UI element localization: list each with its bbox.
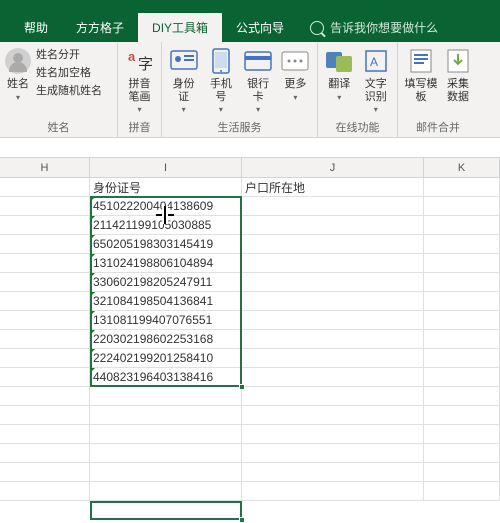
name-button[interactable]: 姓名▾	[6, 46, 30, 103]
table-row[interactable]: 131081199407076551	[0, 311, 500, 330]
column-headers: H I J K	[0, 158, 500, 178]
tab-help[interactable]: 帮助	[10, 13, 62, 42]
table-row[interactable]: 身份证号 户口所在地	[0, 178, 500, 197]
table-row[interactable]: 650205198303145419	[0, 235, 500, 254]
id-card-icon	[169, 46, 199, 76]
collect-button[interactable]: 采集数据	[444, 46, 472, 103]
col-j[interactable]: J	[242, 158, 424, 177]
table-row[interactable]	[0, 387, 500, 406]
group-mail: 填写模板 采集数据 邮件合并	[398, 42, 478, 137]
cell[interactable]	[0, 178, 90, 196]
group-life: 身份证▾ 手机号▾ 银行卡▾ 更多▾ 生活服务	[162, 42, 318, 137]
table-row[interactable]: 131024198806104894	[0, 254, 500, 273]
table-row[interactable]: 451022200404138609	[0, 197, 500, 216]
group-online-label: 在线功能	[324, 117, 391, 135]
tab-ffgz[interactable]: 方方格子	[62, 13, 138, 42]
table-row[interactable]	[0, 463, 500, 482]
bank-card-icon	[243, 46, 273, 76]
fill-template-button[interactable]: 填写模板	[404, 46, 438, 103]
translate-icon	[324, 46, 354, 76]
col-i[interactable]: I	[90, 158, 242, 177]
tab-gsxd[interactable]: 公式向导	[222, 13, 298, 42]
avatar-icon	[5, 48, 31, 74]
cell[interactable]: 321084198504136841	[90, 292, 242, 310]
group-online: 翻译▾ A 文字识别▾ 在线功能	[318, 42, 398, 137]
group-pinyin: a字 拼音笔画▾ 拼音	[118, 42, 162, 137]
ribbon: 姓名▾ 姓名分开 姓名加空格 生成随机姓名 姓名 a字 拼音笔画▾ 拼音 身份证…	[0, 42, 500, 138]
cell[interactable]: 330602198205247911	[90, 273, 242, 291]
grid-rows: 身份证号 户口所在地 451022200404138609 2114211991…	[0, 178, 500, 501]
phone-button[interactable]: 手机号▾	[205, 46, 236, 116]
active-cell-border	[90, 501, 242, 520]
svg-text:字: 字	[138, 56, 153, 73]
cell[interactable]: 131024198806104894	[90, 254, 242, 272]
name-random[interactable]: 生成随机姓名	[36, 82, 102, 98]
name-options: 姓名分开 姓名加空格 生成随机姓名	[36, 46, 102, 98]
pinyin-icon: a字	[125, 46, 155, 76]
phone-icon	[206, 46, 236, 76]
table-row[interactable]: 321084198504136841	[0, 292, 500, 311]
table-row[interactable]	[0, 406, 500, 425]
ribbon-tabs: 帮助 方方格子 DIY工具箱 公式向导 告诉我你想要做什么	[0, 14, 500, 42]
table-row[interactable]	[0, 444, 500, 463]
col-k[interactable]: K	[424, 158, 500, 177]
search-placeholder: 告诉我你想要做什么	[330, 19, 438, 36]
group-life-label: 生活服务	[168, 117, 311, 135]
more-button[interactable]: 更多▾	[280, 46, 311, 103]
id-button[interactable]: 身份证▾	[168, 46, 199, 116]
table-row[interactable]: 220302198602253168	[0, 330, 500, 349]
table-row[interactable]: 222402199201258410	[0, 349, 500, 368]
name-space[interactable]: 姓名加空格	[36, 64, 102, 80]
group-mail-label: 邮件合并	[404, 117, 472, 135]
cell[interactable]: 220302198602253168	[90, 330, 242, 348]
tell-me-search[interactable]: 告诉我你想要做什么	[306, 13, 442, 42]
search-icon	[310, 21, 324, 35]
cell[interactable]: 451022200404138609	[90, 197, 242, 215]
cell[interactable]: 650205198303145419	[90, 235, 242, 253]
table-row[interactable]	[0, 425, 500, 444]
cell[interactable]	[424, 178, 500, 196]
worksheet[interactable]: H I J K 身份证号 户口所在地 451022200404138609 21…	[0, 158, 500, 501]
bank-button[interactable]: 银行卡▾	[243, 46, 274, 116]
name-split[interactable]: 姓名分开	[36, 46, 102, 62]
table-row[interactable]: 211421199105030885	[0, 216, 500, 235]
col-h[interactable]: H	[0, 158, 90, 177]
title-bar	[0, 0, 500, 14]
ocr-button[interactable]: A 文字识别▾	[361, 46, 392, 116]
template-icon	[406, 46, 436, 76]
cell[interactable]: 440823196403138416	[90, 368, 242, 386]
cell[interactable]: 户口所在地	[242, 178, 424, 196]
svg-text:a: a	[128, 49, 136, 64]
collect-icon	[443, 46, 473, 76]
ocr-icon: A	[361, 46, 391, 76]
fill-handle[interactable]	[239, 384, 245, 390]
translate-button[interactable]: 翻译▾	[324, 46, 355, 103]
formula-bar[interactable]	[0, 138, 500, 158]
cell[interactable]: 211421199105030885	[90, 216, 242, 234]
group-name: 姓名▾ 姓名分开 姓名加空格 生成随机姓名 姓名	[0, 42, 118, 137]
cell[interactable]: 131081199407076551	[90, 311, 242, 329]
table-row[interactable]: 330602198205247911	[0, 273, 500, 292]
tab-diy[interactable]: DIY工具箱	[138, 13, 222, 42]
cell[interactable]: 222402199201258410	[90, 349, 242, 367]
pinyin-button[interactable]: a字 拼音笔画▾	[124, 46, 155, 116]
more-icon	[280, 46, 310, 76]
group-name-label: 姓名	[6, 117, 111, 135]
table-row[interactable]	[0, 482, 500, 501]
group-pinyin-label: 拼音	[124, 117, 155, 135]
fill-handle[interactable]	[239, 517, 245, 523]
svg-text:A: A	[370, 55, 378, 69]
cell[interactable]: 身份证号	[90, 178, 242, 196]
table-row[interactable]: 440823196403138416	[0, 368, 500, 387]
